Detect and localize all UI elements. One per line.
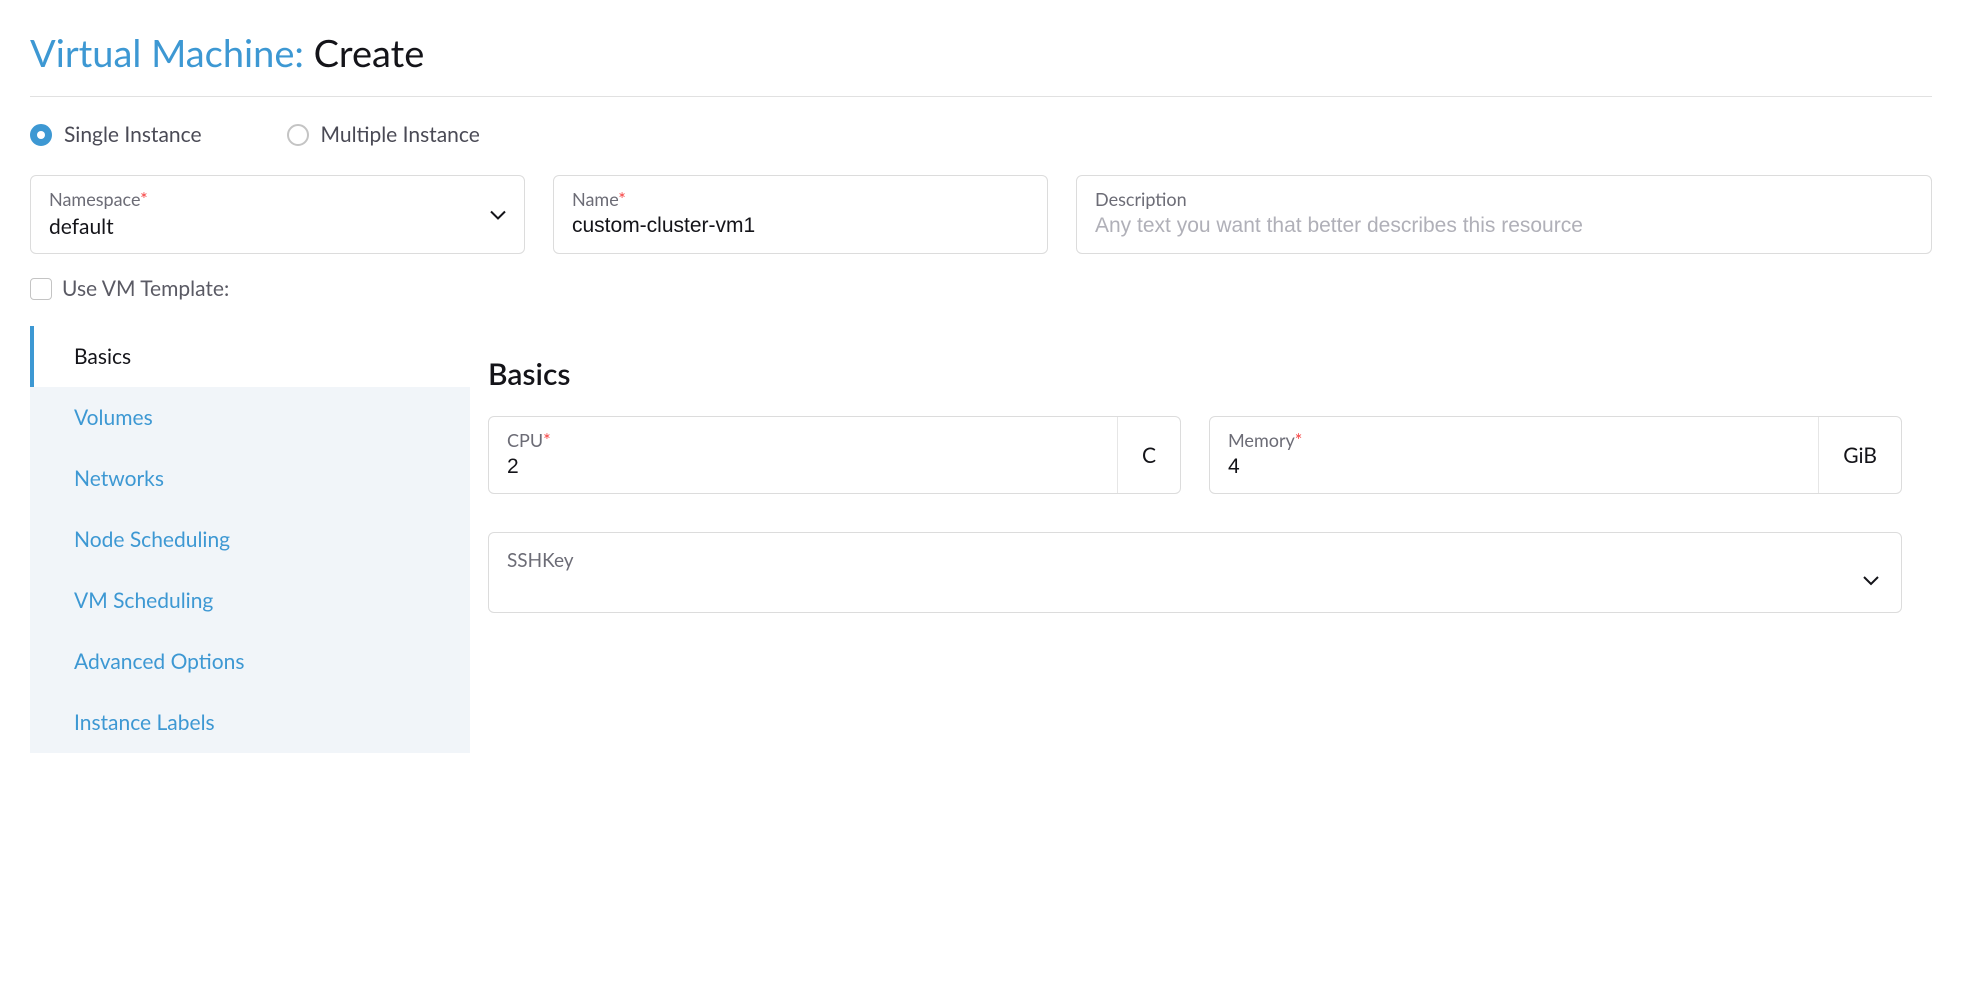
tab-networks[interactable]: Networks xyxy=(30,448,470,509)
tab-basics[interactable]: Basics xyxy=(30,326,470,387)
cpu-field[interactable]: CPU* C xyxy=(488,416,1181,494)
tab-instance-labels[interactable]: Instance Labels xyxy=(30,692,470,753)
use-vm-template-label: Use VM Template: xyxy=(62,276,229,301)
tab-advanced-options[interactable]: Advanced Options xyxy=(30,631,470,692)
checkbox-icon xyxy=(30,278,52,300)
description-label: Description xyxy=(1095,188,1913,210)
use-vm-template-checkbox[interactable]: Use VM Template: xyxy=(30,276,1932,301)
namespace-label: Namespace* xyxy=(49,188,506,210)
basics-heading: Basics xyxy=(488,356,1902,392)
tab-volumes[interactable]: Volumes xyxy=(30,387,470,448)
radio-multiple-label: Multiple Instance xyxy=(321,122,480,147)
namespace-select[interactable]: Namespace* default xyxy=(30,175,525,254)
cpu-input[interactable] xyxy=(507,455,1099,479)
description-input[interactable] xyxy=(1095,214,1913,238)
memory-label: Memory* xyxy=(1228,429,1800,451)
sshkey-select[interactable]: SSHKey xyxy=(488,532,1902,613)
memory-input[interactable] xyxy=(1228,455,1800,479)
instance-mode-group: Single Instance Multiple Instance xyxy=(30,122,1932,147)
cpu-unit: C xyxy=(1117,417,1180,493)
chevron-down-icon xyxy=(1863,571,1879,590)
radio-circle-icon xyxy=(287,124,309,146)
tab-sidebar: Basics Volumes Networks Node Scheduling … xyxy=(30,326,470,753)
name-label: Name* xyxy=(572,188,1029,210)
radio-multiple-instance[interactable]: Multiple Instance xyxy=(287,122,480,147)
basics-row: CPU* C Memory* GiB xyxy=(488,416,1902,494)
tabs-container: Basics Volumes Networks Node Scheduling … xyxy=(30,326,1932,753)
page-title: Virtual Machine: Create xyxy=(30,30,1932,76)
name-field[interactable]: Name* xyxy=(553,175,1048,254)
tab-vm-scheduling[interactable]: VM Scheduling xyxy=(30,570,470,631)
page-title-prefix: Virtual Machine: xyxy=(30,30,314,76)
radio-single-instance[interactable]: Single Instance xyxy=(30,122,202,147)
sshkey-label: SSHKey xyxy=(507,549,1883,572)
radio-single-label: Single Instance xyxy=(64,122,202,147)
divider xyxy=(30,96,1932,97)
memory-field[interactable]: Memory* GiB xyxy=(1209,416,1902,494)
page-title-main: Create xyxy=(314,30,425,76)
memory-unit: GiB xyxy=(1818,417,1901,493)
name-input[interactable] xyxy=(572,214,1029,238)
tab-content: Basics CPU* C Memory* GiB SSHKey xyxy=(470,326,1932,753)
radio-circle-icon xyxy=(30,124,52,146)
cpu-label: CPU* xyxy=(507,429,1099,451)
description-field[interactable]: Description xyxy=(1076,175,1932,254)
namespace-value: default xyxy=(49,214,506,239)
basic-info-row: Namespace* default Name* Description xyxy=(30,175,1932,254)
tab-node-scheduling[interactable]: Node Scheduling xyxy=(30,509,470,570)
chevron-down-icon xyxy=(490,205,506,224)
